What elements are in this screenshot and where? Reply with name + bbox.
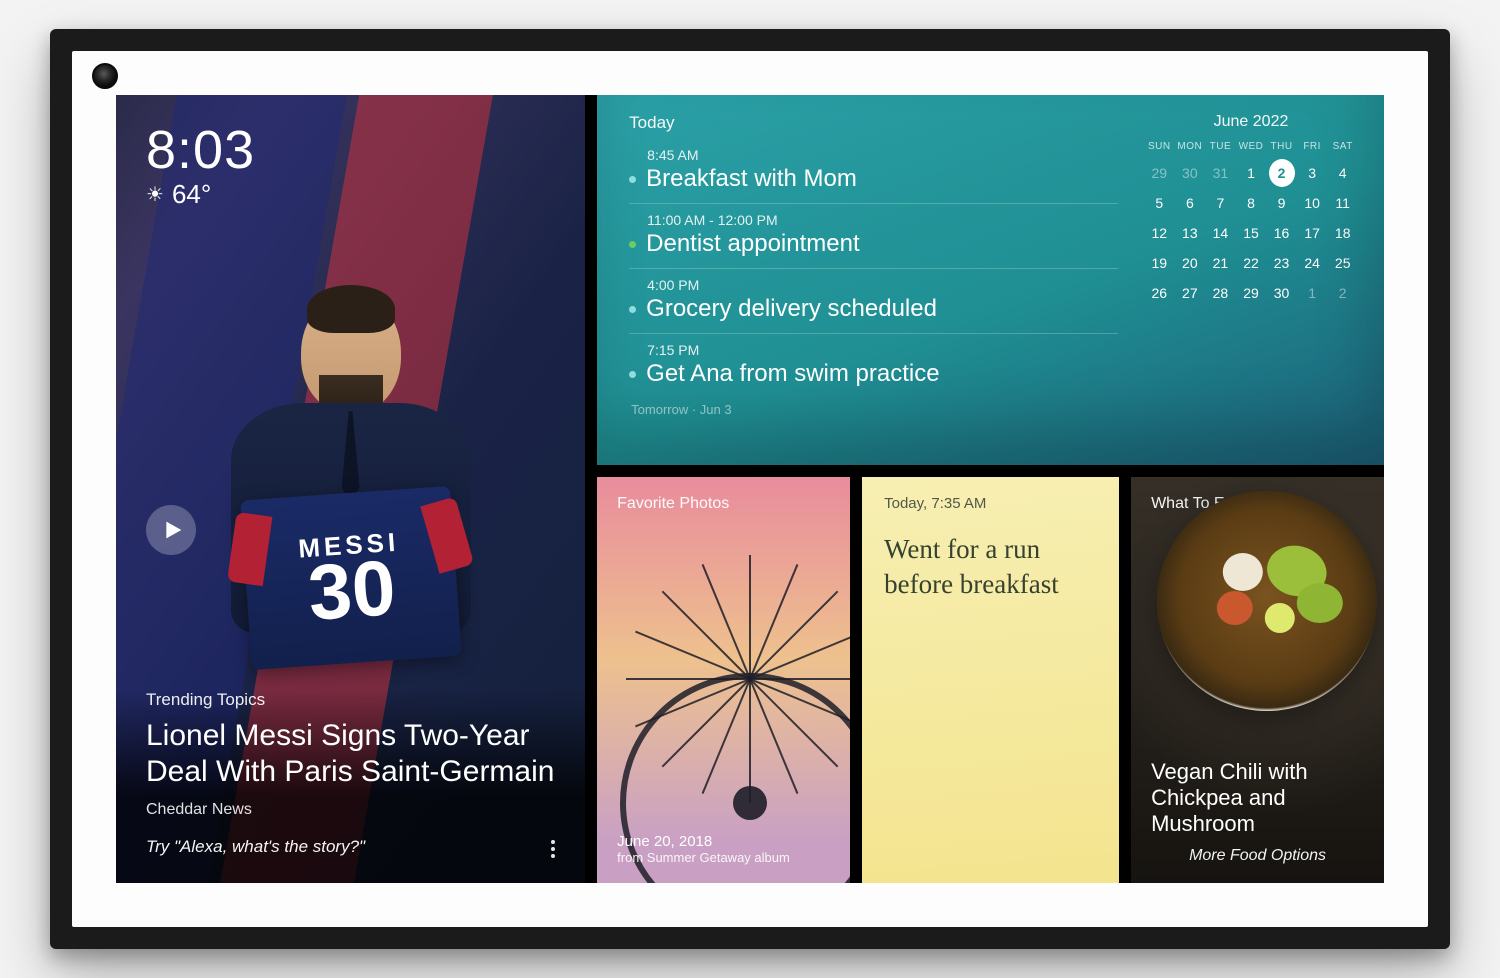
calendar-day[interactable]: 29 (1238, 279, 1264, 307)
calendar-day[interactable]: 19 (1146, 249, 1172, 277)
calendar-day[interactable]: 17 (1299, 219, 1325, 247)
weather-icon: ☀ (146, 182, 164, 207)
calendar-dow: MON (1175, 141, 1206, 158)
play-button[interactable] (146, 505, 196, 555)
event-title: Get Ana from swim practice (646, 360, 939, 388)
calendar-day[interactable]: 20 (1177, 249, 1203, 277)
calendar-day[interactable]: 7 (1207, 189, 1233, 217)
calendar-day[interactable]: 24 (1299, 249, 1325, 277)
event-bullet-icon (629, 371, 636, 378)
calendar-day[interactable]: 16 (1269, 219, 1295, 247)
play-icon (163, 520, 183, 540)
agenda-event[interactable]: 8:45 AM Breakfast with Mom (629, 139, 1118, 204)
agenda-footer: Tomorrow · Jun 3 (631, 402, 1118, 417)
calendar-dow: SUN (1144, 141, 1175, 158)
calendar-day[interactable]: 27 (1177, 279, 1203, 307)
calendar-day[interactable]: 13 (1177, 219, 1203, 247)
camera-icon (92, 63, 118, 89)
photo-album: from Summer Getaway album (617, 850, 830, 865)
jersey-graphic: MESSI 30 (240, 486, 461, 670)
calendar-day[interactable]: 5 (1146, 189, 1172, 217)
sticky-note-widget[interactable]: Today, 7:35 AM Went for a run before bre… (862, 477, 1119, 883)
event-time: 11:00 AM - 12:00 PM (647, 212, 1118, 228)
event-title: Breakfast with Mom (646, 165, 857, 193)
mini-calendar[interactable]: June 2022 SUNMONTUEWEDTHUFRISAT 29303112… (1144, 113, 1384, 465)
agenda-header: Today (629, 113, 1118, 133)
calendar-day[interactable]: 23 (1269, 249, 1295, 277)
food-bowl-icon (1156, 491, 1376, 711)
note-timestamp: Today, 7:35 AM (884, 495, 1097, 512)
calendar-dow: SAT (1327, 141, 1358, 158)
calendar-day[interactable]: 26 (1146, 279, 1172, 307)
device-matte: MESSI 30 8:03 ☀ 64° Trending (72, 51, 1428, 927)
calendar-day[interactable]: 28 (1207, 279, 1233, 307)
agenda-event[interactable]: 4:00 PM Grocery delivery scheduled (629, 269, 1118, 334)
event-bullet-icon (629, 241, 636, 248)
weather-temp: 64° (172, 179, 211, 210)
calendar-day[interactable]: 2 (1330, 279, 1356, 307)
news-photo-person: MESSI 30 (231, 293, 471, 653)
calendar-day[interactable]: 30 (1269, 279, 1295, 307)
news-overlay: Trending Topics Lionel Messi Signs Two-Y… (116, 690, 585, 883)
agenda-event[interactable]: 11:00 AM - 12:00 PM Dentist appointment (629, 204, 1118, 269)
calendar-day[interactable]: 15 (1238, 219, 1264, 247)
event-title: Dentist appointment (646, 230, 859, 258)
calendar-day[interactable]: 3 (1299, 159, 1325, 187)
calendar-day[interactable]: 14 (1207, 219, 1233, 247)
calendar-day[interactable]: 10 (1299, 189, 1325, 217)
note-body: Went for a run before breakfast (884, 532, 1097, 602)
event-bullet-icon (629, 176, 636, 183)
news-section-label: Trending Topics (146, 690, 555, 710)
photo-date: June 20, 2018 (617, 833, 830, 850)
calendar-day[interactable]: 18 (1330, 219, 1356, 247)
clock-weather: 8:03 ☀ 64° (146, 119, 255, 210)
calendar-day[interactable]: 9 (1269, 189, 1295, 217)
calendar-month: June 2022 (1144, 113, 1358, 131)
more-food-link[interactable]: More Food Options (1151, 847, 1364, 865)
event-time: 8:45 AM (647, 147, 1118, 163)
event-bullet-icon (629, 306, 636, 313)
food-widget[interactable]: What To Eat Vegan Chili with Chickpea an… (1131, 477, 1384, 883)
calendar-dow: THU (1266, 141, 1297, 158)
photos-title: Favorite Photos (617, 495, 830, 513)
agenda-event[interactable]: 7:15 PM Get Ana from swim practice (629, 334, 1118, 398)
calendar-day[interactable]: 6 (1177, 189, 1203, 217)
calendar-day[interactable]: 1 (1299, 279, 1325, 307)
right-column: Today 8:45 AM Breakfast with Mom 11:00 AM … (597, 95, 1384, 883)
calendar-day[interactable]: 11 (1330, 189, 1356, 217)
calendar-dow: WED (1236, 141, 1267, 158)
calendar-day[interactable]: 2 (1269, 159, 1295, 187)
event-title: Grocery delivery scheduled (646, 295, 937, 323)
calendar-panel[interactable]: Today 8:45 AM Breakfast with Mom 11:00 AM … (597, 95, 1384, 465)
calendar-day[interactable]: 12 (1146, 219, 1172, 247)
event-time: 7:15 PM (647, 342, 1118, 358)
calendar-dow: TUE (1205, 141, 1236, 158)
more-button[interactable] (541, 837, 565, 861)
calendar-day[interactable]: 4 (1330, 159, 1356, 187)
calendar-dow: FRI (1297, 141, 1328, 158)
news-panel[interactable]: MESSI 30 8:03 ☀ 64° Trending (116, 95, 585, 883)
calendar-day[interactable]: 8 (1238, 189, 1264, 217)
clock-time: 8:03 (146, 119, 255, 181)
calendar-day[interactable]: 31 (1207, 159, 1233, 187)
jersey-number: 30 (306, 553, 397, 629)
widget-row: Favorite Photos (597, 477, 1384, 883)
device-frame: MESSI 30 8:03 ☀ 64° Trending (50, 29, 1450, 949)
event-time: 4:00 PM (647, 277, 1118, 293)
alexa-hint: Try "Alexa, what's the story?" (146, 837, 555, 857)
calendar-day[interactable]: 25 (1330, 249, 1356, 277)
photos-widget[interactable]: Favorite Photos (597, 477, 850, 883)
calendar-day[interactable]: 22 (1238, 249, 1264, 277)
news-headline[interactable]: Lionel Messi Signs Two-Year Deal With Pa… (146, 718, 555, 789)
news-source: Cheddar News (146, 801, 555, 819)
photo-caption: June 20, 2018 from Summer Getaway album (617, 833, 830, 865)
calendar-day[interactable]: 30 (1177, 159, 1203, 187)
calendar-day[interactable]: 21 (1207, 249, 1233, 277)
calendar-day[interactable]: 29 (1146, 159, 1172, 187)
home-screen: MESSI 30 8:03 ☀ 64° Trending (116, 95, 1384, 883)
agenda-list: Today 8:45 AM Breakfast with Mom 11:00 AM … (597, 113, 1144, 465)
calendar-day[interactable]: 1 (1238, 159, 1264, 187)
recipe-name: Vegan Chili with Chickpea and Mushroom (1151, 759, 1364, 837)
